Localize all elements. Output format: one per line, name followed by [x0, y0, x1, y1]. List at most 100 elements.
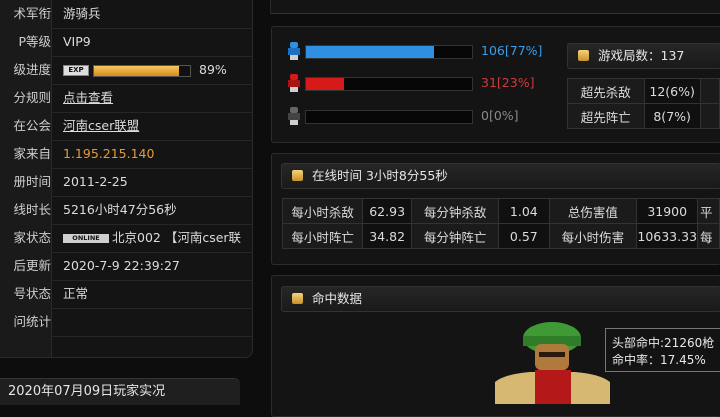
soldier-figure-icon: [495, 322, 610, 404]
hit-rate: 命中率：17.45%: [612, 353, 706, 367]
info-value: 5216小时47分56秒: [63, 202, 177, 217]
games-table: 超先杀敌 12(6%) 超先阵亡 8(7%): [567, 78, 720, 129]
red-bar-fill: [306, 78, 345, 90]
red-count: 31[23%]: [481, 75, 535, 90]
info-row-rules: 分规则 点击查看: [0, 84, 252, 113]
online-stats-table: 每小时杀敌 62.93 每分钟杀敌 1.04 总伤害值 31900 平 每小时阵…: [281, 198, 720, 249]
info-value: 2011-2-25: [63, 174, 128, 189]
table-row: 超先阵亡 8(7%): [567, 103, 720, 129]
games-title: 游戏局数：137: [598, 48, 685, 63]
first-death-label: 超先阵亡: [567, 103, 645, 129]
info-row-guild: 在公会 河南cser联盟: [0, 112, 252, 141]
headshot-count: 头部命中:21260枪: [612, 336, 715, 350]
online-time-title: 在线时间 3小时8分55秒: [312, 168, 448, 183]
stat-label: 每小时阵亡: [281, 223, 364, 249]
stat-value: 1.04: [498, 198, 550, 224]
stat-label-clipped: 平: [697, 198, 720, 224]
exp-badge: EXP: [63, 65, 89, 76]
info-row-vip: P等级 VIP9: [0, 28, 252, 57]
table-row: 每小时阵亡 34.82 每分钟阵亡 0.57 每小时伤害 10633.33 每: [281, 223, 720, 249]
exp-progress-fill: [94, 65, 180, 76]
info-row-rank: 术军衔 游骑兵: [0, 0, 252, 29]
first-kill-value: 12(6%): [643, 78, 701, 104]
player-info-panel: 术军衔 游骑兵 P等级 VIP9 级进度 EXP 89% 分规则 点击查看 在公会…: [0, 0, 253, 358]
team-bar-red: 31[23%]: [285, 73, 565, 93]
info-label: 号状态: [0, 280, 52, 308]
online-time-header: 在线时间 3小时8分55秒: [281, 163, 720, 189]
first-kill-label: 超先杀敌: [567, 78, 645, 104]
stat-value: 34.82: [362, 223, 413, 249]
info-label: 家来自: [0, 140, 52, 168]
view-rules-link[interactable]: 点击查看: [63, 90, 113, 105]
hit-data-header: 命中数据: [281, 286, 720, 312]
blue-count: 106[77%]: [481, 43, 543, 58]
blue-soldier-icon: [288, 42, 300, 60]
blue-bar-track: [305, 45, 473, 59]
online-badge: ONLINE: [63, 234, 109, 243]
info-value: 正常: [63, 286, 89, 301]
info-value: VIP9: [63, 34, 91, 49]
info-row-ip: 家来自 1.195.215.140: [0, 140, 252, 169]
stat-label: 总伤害值: [548, 198, 638, 224]
exp-progress-bar: [93, 64, 191, 77]
red-soldier-icon: [288, 74, 300, 92]
info-value: 2020-7-9 22:39:27: [63, 258, 180, 273]
stat-value: 0.57: [498, 223, 550, 249]
headshot-tooltip: 头部命中:21260枪 命中率：17.45%: [605, 328, 720, 372]
table-cell-clipped: [699, 78, 720, 104]
info-label: 分规则: [0, 84, 52, 112]
info-value: 游骑兵: [63, 6, 101, 21]
gray-soldier-icon: [288, 107, 300, 125]
games-header: 游戏局数：137: [567, 43, 720, 69]
info-label: 在公会: [0, 112, 52, 140]
daily-report-title: 2020年07月09日玩家实况: [8, 384, 166, 399]
info-value: ONLINE 北京002 【河南cser联: [63, 224, 249, 252]
table-row: 每小时杀敌 62.93 每分钟杀敌 1.04 总伤害值 31900 平: [281, 198, 720, 224]
top-panel-edge: [270, 0, 720, 14]
info-label: 后更新: [0, 252, 52, 280]
exp-percent: 89%: [199, 62, 227, 77]
stat-label-clipped: 每: [697, 223, 720, 249]
stat-value: 31900: [636, 198, 699, 224]
gray-count: 0[0%]: [481, 108, 519, 123]
label-column-filler: [0, 336, 52, 357]
info-label: 家状态: [0, 224, 52, 252]
info-value: EXP 89%: [63, 56, 249, 84]
stat-label: 每小时伤害: [548, 223, 638, 249]
info-row-level-progress: 级进度 EXP 89%: [0, 56, 252, 85]
info-row-updated: 后更新 2020-7-9 22:39:27: [0, 252, 252, 281]
info-row-stats: 问统计: [0, 308, 252, 337]
table-cell-clipped: [699, 103, 720, 129]
table-row: 超先杀敌 12(6%): [567, 78, 720, 104]
info-row-account-status: 号状态 正常: [0, 280, 252, 309]
team-bar-blue: 106[77%]: [285, 41, 565, 61]
folder-icon: [292, 170, 303, 181]
first-death-value: 8(7%): [643, 103, 701, 129]
info-value: [63, 308, 249, 336]
team-bar-gray: 0[0%]: [285, 106, 565, 126]
info-label: 问统计: [0, 308, 52, 336]
info-label: P等级: [0, 28, 52, 56]
daily-report-tab[interactable]: 2020年07月09日玩家实况: [0, 378, 240, 405]
info-label: 术军衔: [0, 0, 52, 28]
ip-address: 1.195.215.140: [63, 146, 155, 161]
info-row-register: 册时间 2011-2-25: [0, 168, 252, 197]
gray-bar-track: [305, 110, 473, 124]
info-label: 级进度: [0, 56, 52, 84]
info-label: 册时间: [0, 168, 52, 196]
info-value-wrap: 点击查看: [63, 84, 249, 112]
blue-bar-fill: [306, 46, 434, 58]
stat-label: 每小时杀敌: [281, 198, 364, 224]
stat-value: 10633.33: [636, 223, 699, 249]
info-value-wrap: 河南cser联盟: [63, 112, 249, 140]
folder-icon: [578, 50, 589, 61]
hit-data-title: 命中数据: [312, 291, 363, 306]
server-name: 北京002 【河南cser联: [112, 230, 242, 245]
red-bar-track: [305, 77, 473, 91]
info-row-online-time: 线时长 5216小时47分56秒: [0, 196, 252, 225]
stat-value: 62.93: [362, 198, 413, 224]
stat-label: 每分钟阵亡: [411, 223, 500, 249]
guild-link[interactable]: 河南cser联盟: [63, 118, 139, 133]
info-label: 线时长: [0, 196, 52, 224]
info-row-status: 家状态 ONLINE 北京002 【河南cser联: [0, 224, 252, 253]
